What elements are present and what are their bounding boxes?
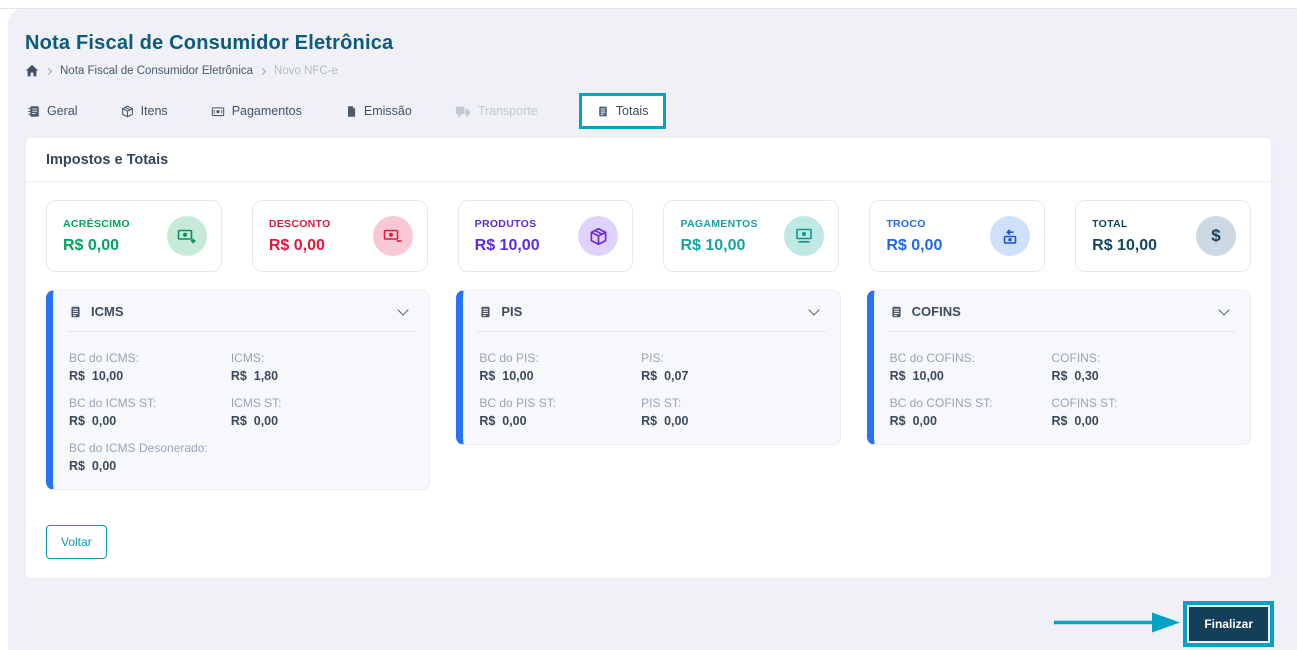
calculator-icon xyxy=(597,105,609,118)
calculator-icon xyxy=(69,305,82,319)
field-icms-st: ICMS ST: R$ 0,00 xyxy=(230,396,282,428)
card-value: R$ 0,00 xyxy=(268,236,325,254)
field-bc-pis: BC do PIS: R$ 10,00 xyxy=(479,351,539,383)
panel-title: PIS xyxy=(501,304,523,319)
cash-icon xyxy=(211,105,225,118)
card-label: PAGAMENTOS xyxy=(680,217,758,230)
impostos-totais-card: Impostos e Totais ACRÉSCIMO R$ 0,00 DESC… xyxy=(25,137,1272,579)
tab-geral[interactable]: Geral xyxy=(25,95,80,127)
cash-refund-icon xyxy=(990,216,1031,256)
chevron-down-icon[interactable] xyxy=(1218,303,1230,316)
dollar-icon: $ xyxy=(1195,216,1236,256)
summary-cards-row: ACRÉSCIMO R$ 0,00 DESCONTO R$ 0,00 PRODU… xyxy=(46,200,1251,272)
tax-panels-row: ICMS BC do ICMS: R$ 10,00 ICMS: R$ 1,80 xyxy=(46,290,1251,490)
tab-transporte: Transporte xyxy=(453,95,540,127)
field-bc-cofins: BC do COFINS: R$ 10,00 xyxy=(889,351,976,383)
breadcrumb-item[interactable]: Nota Fiscal de Consumidor Eletrônica xyxy=(60,65,253,77)
truck-icon xyxy=(455,105,471,118)
home-icon[interactable] xyxy=(25,64,39,78)
card-value: R$ 0,00 xyxy=(886,236,943,254)
content-area: Nota Fiscal de Consumidor Eletrônica Not… xyxy=(25,9,1272,579)
card-label: ACRÉSCIMO xyxy=(63,217,130,230)
summary-card-produtos: PRODUTOS R$ 10,00 xyxy=(457,200,634,272)
page-title: Nota Fiscal de Consumidor Eletrônica xyxy=(25,32,394,54)
tab-pagamentos[interactable]: Pagamentos xyxy=(209,95,304,127)
field-cofins-st: COFINS ST: R$ 0,00 xyxy=(1051,396,1118,428)
package-icon xyxy=(121,105,134,118)
pis-panel: PIS BC do PIS: R$ 10,00 PIS: R$ 0,07 BC … xyxy=(456,290,841,445)
field-bc-cofins-st: BC do COFINS ST: R$ 0,00 xyxy=(889,396,993,428)
tab-itens[interactable]: Itens xyxy=(119,95,170,127)
cash-minus-icon xyxy=(372,216,413,256)
card-value: R$ 10,00 xyxy=(474,236,540,254)
chevron-right-icon xyxy=(258,67,267,75)
field-pis-st: PIS ST: R$ 0,00 xyxy=(641,396,689,428)
summary-card-acrescimo: ACRÉSCIMO R$ 0,00 xyxy=(46,200,222,272)
panel-title: COFINS xyxy=(911,304,961,319)
tab-label: Totais xyxy=(615,104,649,118)
chevron-down-icon[interactable] xyxy=(807,303,820,316)
field-bc-icms-st: BC do ICMS ST: R$ 0,00 xyxy=(69,396,157,428)
annotation-arrow xyxy=(1054,612,1180,633)
breadcrumb-item-current: Novo NFC-e xyxy=(274,65,338,77)
breadcrumb: Nota Fiscal de Consumidor Eletrônica Nov… xyxy=(25,64,1272,78)
cofins-panel: COFINS BC do COFINS: R$ 10,00 COFINS: R$… xyxy=(866,290,1251,445)
field-cofins: COFINS: R$ 0,30 xyxy=(1051,351,1101,383)
pis-panel-header[interactable]: PIS xyxy=(463,291,839,331)
summary-card-troco: TROCO R$ 0,00 xyxy=(869,200,1046,272)
file-icon xyxy=(345,105,357,118)
card-value: R$ 10,00 xyxy=(1092,236,1158,254)
field-icms: ICMS: R$ 1,80 xyxy=(230,351,279,383)
card-label: PRODUTOS xyxy=(474,217,537,230)
card-label: TOTAL xyxy=(1092,217,1128,230)
panel-title: ICMS xyxy=(91,304,124,319)
totais-tab-highlight-annotation: Totais xyxy=(578,93,667,129)
journal-icon xyxy=(27,105,40,118)
chevron-right-icon xyxy=(44,67,53,75)
tab-emissao[interactable]: Emissão xyxy=(343,95,414,127)
cofins-panel-header[interactable]: COFINS xyxy=(874,291,1250,331)
field-bc-icms: BC do ICMS: R$ 10,00 xyxy=(69,351,140,383)
tab-label: Pagamentos xyxy=(231,104,302,118)
field-pis: PIS: R$ 0,07 xyxy=(641,351,689,383)
cash-stack-icon xyxy=(784,216,825,256)
summary-card-pagamentos: PAGAMENTOS R$ 10,00 xyxy=(663,200,840,272)
section-title: Impostos e Totais xyxy=(26,138,1271,182)
tab-label: Emissão xyxy=(363,104,412,118)
field-bc-pis-st: BC do PIS ST: R$ 0,00 xyxy=(479,396,557,428)
tab-label: Geral xyxy=(47,104,78,118)
icms-panel: ICMS BC do ICMS: R$ 10,00 ICMS: R$ 1,80 xyxy=(46,290,431,490)
cash-plus-icon xyxy=(166,216,207,256)
voltar-button[interactable]: Voltar xyxy=(46,525,107,559)
chevron-down-icon[interactable] xyxy=(397,303,409,316)
finalizar-button[interactable]: Finalizar xyxy=(1189,607,1268,641)
tab-label: Itens xyxy=(140,104,168,118)
tab-bar: Geral Itens Pagamentos Emissão Transport… xyxy=(25,92,1272,130)
card-label: TROCO xyxy=(886,217,926,230)
icms-panel-header[interactable]: ICMS xyxy=(53,291,429,331)
card-value: R$ 0,00 xyxy=(63,236,120,254)
summary-card-desconto: DESCONTO R$ 0,00 xyxy=(251,200,428,272)
tab-label: Transporte xyxy=(477,104,538,118)
finalizar-highlight-annotation: Finalizar xyxy=(1183,601,1274,647)
package-icon xyxy=(578,216,619,256)
card-value: R$ 10,00 xyxy=(680,236,746,254)
tab-totais[interactable]: Totais xyxy=(582,96,664,126)
card-label: DESCONTO xyxy=(268,217,331,230)
summary-card-total: TOTAL R$ 10,00 $ xyxy=(1075,200,1251,272)
field-bc-icms-desonerado: BC do ICMS Desonerado: R$ 0,00 xyxy=(69,441,208,473)
calculator-icon xyxy=(479,305,492,319)
calculator-icon xyxy=(890,305,903,319)
